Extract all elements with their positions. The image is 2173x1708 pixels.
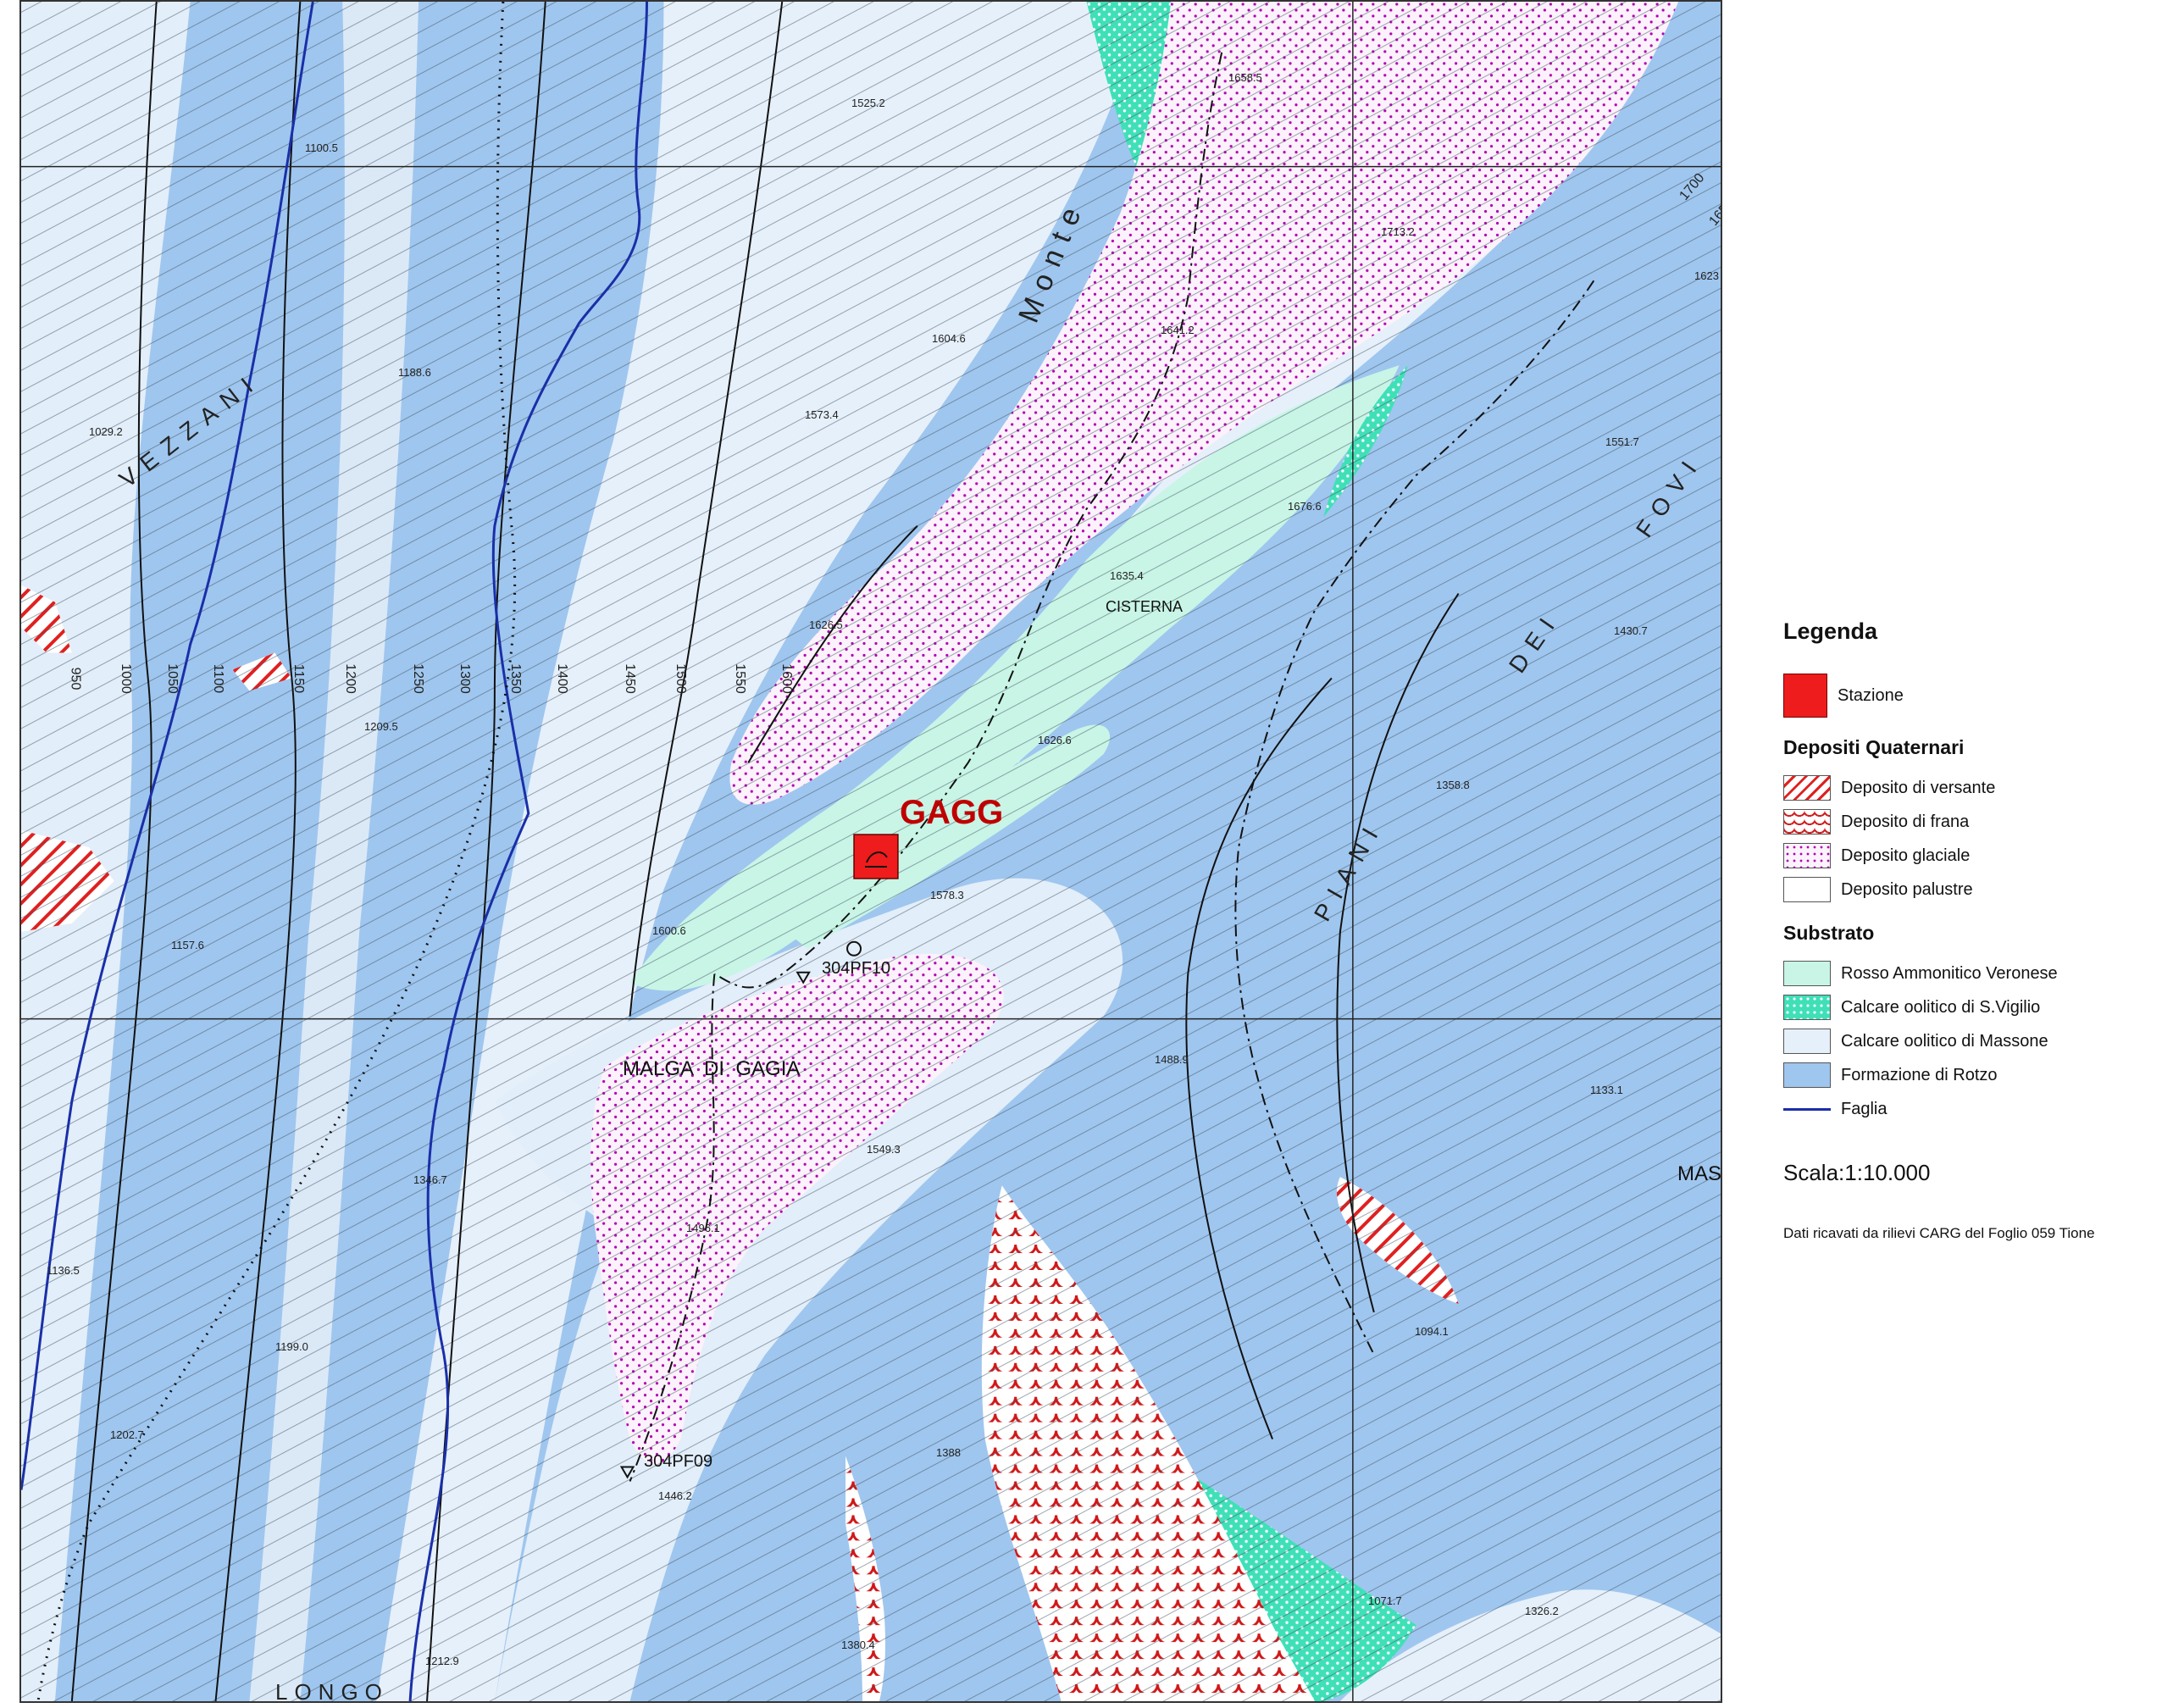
legend-label: Formazione di Rotzo xyxy=(1841,1065,1998,1084)
contour-label: 1350 xyxy=(507,663,523,694)
spot-height: 1071.7 xyxy=(1368,1594,1402,1607)
versante-swatch xyxy=(1783,775,1831,801)
spot-height: 1578.3 xyxy=(930,889,964,901)
legend-label: Calcare oolitico di S.Vigilio xyxy=(1841,997,2041,1017)
legend-section-substrato: Substrato xyxy=(1783,922,1875,944)
contour-label: 950 xyxy=(68,667,83,690)
spot-height: 1713.2 xyxy=(1381,225,1415,238)
spot-height: 1380.4 xyxy=(841,1639,875,1651)
palustre-swatch xyxy=(1783,877,1831,902)
legend-item-faglia: Faglia xyxy=(1783,1092,2165,1126)
legend-item-rotzo: Formazione di Rotzo xyxy=(1783,1058,2165,1092)
contour-label: 1400 xyxy=(554,663,569,694)
spot-height: 1676.6 xyxy=(1288,500,1322,513)
spot-height: 1326.2 xyxy=(1525,1605,1559,1617)
legend-label: Deposito glaciale xyxy=(1841,846,1971,865)
contour-label: 1150 xyxy=(291,663,307,694)
legend-label: Deposito palustre xyxy=(1841,879,1973,899)
station-swatch xyxy=(1783,674,1827,718)
geologic-map[interactable]: Monte VEZZANI CISTERNA MALGA DI GAGIA PI… xyxy=(19,0,1722,1703)
legend-label: Calcare oolitico di Massone xyxy=(1841,1031,2048,1051)
point-304pf10[interactable]: 304PF10 xyxy=(822,959,890,979)
legend-item-glaciale: Deposito glaciale xyxy=(1783,839,2165,873)
contour-label: 1250 xyxy=(410,663,425,694)
spot-height: 1551.7 xyxy=(1605,435,1639,448)
spot-height: 1626.6 xyxy=(1038,734,1072,746)
spot-height: 1100.5 xyxy=(305,141,338,154)
spot-height: 1496.1 xyxy=(686,1222,720,1234)
spot-height: 1658.5 xyxy=(1228,71,1262,84)
legend-title: Legenda xyxy=(1783,618,1878,644)
legend-item-versante: Deposito di versante xyxy=(1783,771,2165,805)
legend-label: Rosso Ammonitico Veronese xyxy=(1841,963,2058,983)
spot-height: 1573.4 xyxy=(805,408,839,421)
rosso-swatch xyxy=(1783,961,1831,986)
spot-height: 1188.6 xyxy=(398,366,431,379)
contour-label: 1200 xyxy=(342,663,358,694)
label-mas: MAS xyxy=(1677,1162,1722,1185)
spot-height: 1358.8 xyxy=(1436,779,1470,791)
spot-height: 1604.6 xyxy=(932,332,966,345)
contour-label: 1050 xyxy=(164,663,180,694)
legend-label: Stazione xyxy=(1838,685,1904,705)
rotzo-swatch xyxy=(1783,1062,1831,1088)
glaciale-swatch xyxy=(1783,843,1831,868)
contour-label: 1550 xyxy=(732,663,747,694)
spot-height: 1136.5 xyxy=(47,1264,80,1277)
legend-item-palustre: Deposito palustre xyxy=(1783,873,2165,907)
spot-height: 1549.3 xyxy=(867,1143,901,1156)
point-304pf09[interactable]: 304PF09 xyxy=(644,1452,712,1472)
legend-label: Deposito di frana xyxy=(1841,812,1970,831)
spot-height: 1600.6 xyxy=(652,924,686,937)
map-canvas xyxy=(21,2,1721,1701)
spot-height: 1635.4 xyxy=(1110,569,1144,582)
legend-label: Deposito di versante xyxy=(1841,778,1996,797)
spot-height: 1094.1 xyxy=(1415,1325,1449,1338)
spot-height: 1133.1 xyxy=(1590,1084,1623,1096)
legend-section-quaternari: Depositi Quaternari xyxy=(1783,736,1965,758)
station-label[interactable]: GAGG xyxy=(900,794,1003,832)
spot-height: 1202.7 xyxy=(110,1428,144,1441)
spot-height: 1488.9 xyxy=(1155,1053,1189,1066)
spot-height: 1641.2 xyxy=(1161,324,1195,336)
label-malga: MALGA DI GAGIA xyxy=(623,1057,801,1080)
spot-height: 1446.2 xyxy=(658,1489,692,1502)
contour-label: 1100 xyxy=(211,663,226,694)
contour-label: 1450 xyxy=(622,663,637,694)
legend: Legenda Stazione Depositi Quaternari Dep… xyxy=(1783,618,2165,1242)
spot-height: 1626.5 xyxy=(809,618,843,631)
spot-height: 1209.5 xyxy=(364,720,398,733)
contour-label: 1000 xyxy=(118,663,133,694)
fault-line-swatch xyxy=(1783,1107,1831,1111)
legend-item-frana: Deposito di frana xyxy=(1783,805,2165,839)
legend-item-rosso: Rosso Ammonitico Veronese xyxy=(1783,957,2165,990)
spot-height: 1388 xyxy=(936,1446,961,1459)
contour-label: 1300 xyxy=(457,663,472,694)
map-scale: Scala:1:10.000 xyxy=(1783,1160,1931,1185)
frana-swatch xyxy=(1783,809,1831,835)
spot-height: 1029.2 xyxy=(89,425,123,438)
massone-swatch xyxy=(1783,1029,1831,1054)
spot-height: 1212.9 xyxy=(425,1655,459,1667)
spot-height: 1623 xyxy=(1694,269,1719,282)
legend-item-vigilio: Calcare oolitico di S.Vigilio xyxy=(1783,990,2165,1024)
spot-height: 1157.6 xyxy=(171,939,204,951)
spot-height: 1199.0 xyxy=(275,1340,308,1353)
spot-height: 1346.7 xyxy=(413,1173,447,1186)
spot-height: 1525.2 xyxy=(851,97,885,109)
data-source-note: Dati ricavati da rilievi CARG del Foglio… xyxy=(1783,1225,2095,1241)
legend-item-massone: Calcare oolitico di Massone xyxy=(1783,1024,2165,1058)
spot-height: 1430.7 xyxy=(1614,624,1648,637)
label-longo: LONGO xyxy=(275,1679,389,1703)
vigilio-swatch xyxy=(1783,995,1831,1020)
legend-label: Faglia xyxy=(1841,1099,1888,1118)
station-marker xyxy=(853,834,899,879)
legend-item-station: Stazione xyxy=(1783,670,2165,721)
contour-label: 1500 xyxy=(673,663,688,694)
contour-label: 1600 xyxy=(779,663,794,694)
label-cisterna: CISTERNA xyxy=(1106,598,1184,615)
